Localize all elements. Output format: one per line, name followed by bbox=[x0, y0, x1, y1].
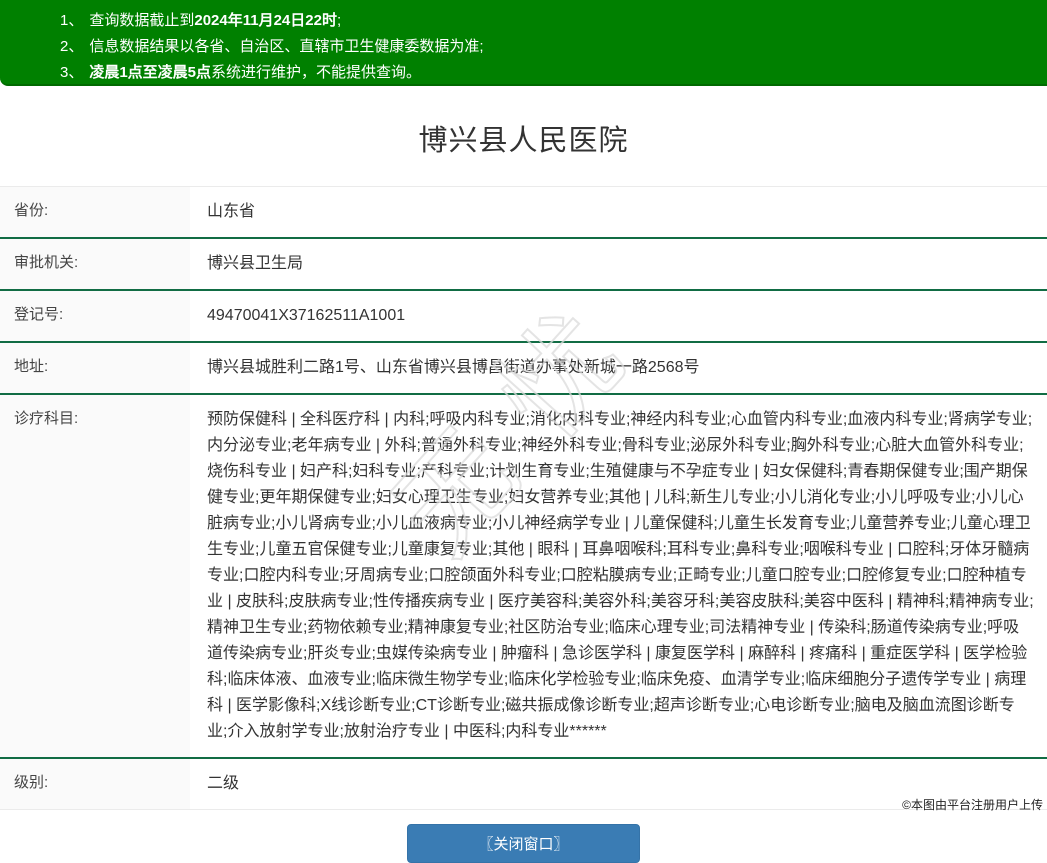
notice-text-bold: 2024年11月24日22时 bbox=[194, 12, 337, 29]
notice-text: ; bbox=[336, 12, 342, 29]
info-table: 省份: 山东省 审批机关: 博兴县卫生局 登记号: 49470041X37162… bbox=[0, 186, 1047, 810]
table-row-medical-subjects: 诊疗科目: 预防保健科 | 全科医疗科 | 内科;呼吸内科专业;消化内科专业;神… bbox=[0, 395, 1047, 759]
table-row-approval-authority: 审批机关: 博兴县卫生局 bbox=[0, 239, 1047, 291]
field-label: 审批机关: bbox=[0, 239, 190, 289]
field-label: 诊疗科目: bbox=[0, 395, 190, 757]
notice-text: 查询数据截止到 bbox=[89, 12, 195, 29]
notice-text: 系统进行维护，不能提供查询。 bbox=[211, 64, 422, 81]
field-label: 登记号: bbox=[0, 291, 190, 341]
field-value: 博兴县卫生局 bbox=[207, 255, 304, 272]
notice-banner: 1、 查询数据截止到2024年11月24日22时; 2、 信息数据结果以各省、自治区… bbox=[0, 0, 1047, 86]
notice-line: 1、 查询数据截止到2024年11月24日22时; bbox=[0, 11, 1047, 30]
notice-line: 3、 凌晨1点至凌晨5点系统进行维护，不能提供查询。 bbox=[0, 63, 1047, 82]
notice-text: 信息数据结果以各省、自治区、直辖市卫生健康委数据为准; bbox=[89, 38, 484, 55]
notice-number: 1、 bbox=[60, 12, 84, 29]
button-area: 〖关闭窗口〗 bbox=[0, 824, 1047, 863]
field-value: 博兴县城胜利二路1号、山东省博兴县博昌街道办事处新城一路2568号 bbox=[207, 359, 700, 376]
notice-line: 2、 信息数据结果以各省、自治区、直辖市卫生健康委数据为准; bbox=[0, 37, 1047, 56]
field-label: 地址: bbox=[0, 343, 190, 393]
field-value: 49470041X37162511A1001 bbox=[207, 307, 406, 324]
hospital-title: 博兴县人民医院 bbox=[418, 125, 629, 157]
table-row-address: 地址: 博兴县城胜利二路1号、山东省博兴县博昌街道办事处新城一路2568号 bbox=[0, 343, 1047, 395]
footer-caption: ©本图由平台注册用户上传 bbox=[902, 798, 1043, 812]
notice-number: 3、 bbox=[60, 64, 84, 81]
field-value: 山东省 bbox=[207, 203, 256, 220]
table-row-province: 省份: 山东省 bbox=[0, 187, 1047, 239]
table-row-registration-number: 登记号: 49470041X37162511A1001 bbox=[0, 291, 1047, 343]
field-value: 预防保健科 | 全科医疗科 | 内科;呼吸内科专业;消化内科专业;神经内科专业;… bbox=[207, 411, 1034, 740]
notice-text-bold: 凌晨1点至凌晨5点 bbox=[89, 64, 212, 81]
close-window-button[interactable]: 〖关闭窗口〗 bbox=[407, 824, 640, 863]
notice-number: 2、 bbox=[60, 38, 84, 55]
field-label: 级别: bbox=[0, 759, 190, 809]
table-row-level: 级别: 二级 bbox=[0, 759, 1047, 810]
field-label: 省份: bbox=[0, 187, 190, 237]
